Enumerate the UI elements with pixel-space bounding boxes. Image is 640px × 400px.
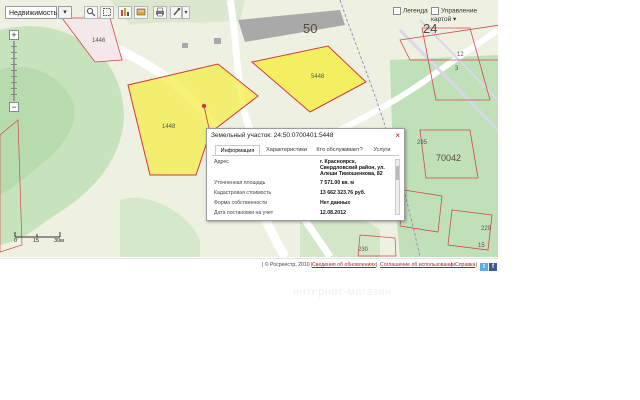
zoom-slider-track[interactable] bbox=[13, 41, 15, 101]
zoom-control: + − bbox=[9, 30, 19, 112]
parcel-label-1448: 1448 bbox=[162, 124, 176, 130]
parcel-label-5448: 5448 bbox=[311, 74, 325, 80]
map-canvas[interactable]: 50 24 70042 1446 1448 5448 295 229 230 1… bbox=[0, 0, 498, 257]
row-value-address-line3: Алеши Тимошенкова, 82 bbox=[320, 171, 383, 177]
footer-link-updates[interactable]: Сведения об обновлениях bbox=[312, 262, 376, 268]
map-control-dropdown-icon[interactable]: ▾ bbox=[453, 16, 456, 23]
tab-who-serves[interactable]: Кто обслуживает? bbox=[316, 145, 363, 155]
facebook-icon[interactable]: f bbox=[489, 263, 497, 271]
footer-separator: | bbox=[476, 262, 478, 268]
select-tool-icon[interactable] bbox=[100, 6, 114, 19]
row-value-registration-date: 12.08.2012 bbox=[320, 210, 346, 216]
footer-divider bbox=[0, 258, 498, 259]
row-label-cadastral-cost: Кадастровая стоимость bbox=[214, 190, 272, 196]
map-control-toggle[interactable]: Управление картой ▾ bbox=[431, 7, 498, 23]
parcel-label-229: 229 bbox=[481, 226, 492, 232]
map-control-checkbox[interactable] bbox=[431, 7, 439, 15]
scale-label-max: 30м bbox=[54, 238, 64, 244]
parcel-label-12: 12 bbox=[457, 52, 464, 58]
map-label-quarter-50: 50 bbox=[303, 21, 318, 36]
row-label-registration-date: Дата постановки на учет bbox=[214, 210, 274, 216]
popup-scrollbar-thumb[interactable] bbox=[396, 166, 399, 180]
parcel-label-15: 15 bbox=[478, 243, 485, 249]
link-tool-dropdown-icon[interactable]: ▾ bbox=[182, 6, 190, 19]
parcel-label-230: 230 bbox=[358, 247, 369, 253]
close-icon[interactable]: × bbox=[395, 131, 400, 140]
measure-icon[interactable] bbox=[118, 6, 132, 19]
footer-copyright: | © Росреестр, 2010 | bbox=[262, 262, 313, 268]
footer-separator: | bbox=[451, 262, 453, 268]
print-icon[interactable] bbox=[153, 6, 167, 19]
row-value-cadastral-cost: 13 662 323.76 руб. bbox=[320, 190, 366, 196]
parcel-label-3: 3 bbox=[455, 66, 459, 72]
zoom-out-button[interactable]: − bbox=[9, 102, 19, 112]
row-value-area: 7 571.00 кв. м bbox=[320, 180, 355, 186]
legend-toggle[interactable]: Легенда bbox=[393, 7, 428, 19]
tab-information[interactable]: Информация bbox=[215, 145, 260, 155]
footer-link-agreement[interactable]: Соглашение об использовании bbox=[380, 262, 455, 268]
parcel-label-1446: 1446 bbox=[92, 38, 106, 44]
zoom-tick bbox=[11, 58, 17, 59]
legend-label: Легенда bbox=[403, 7, 428, 15]
footer: | © Росреестр, 2010 | Сведения об обновл… bbox=[0, 262, 498, 274]
zoom-tick bbox=[11, 94, 17, 95]
tab-characteristics[interactable]: Характеристики bbox=[264, 145, 309, 155]
popup-scrollbar[interactable] bbox=[395, 159, 400, 215]
row-value-ownership: Нет данных bbox=[320, 200, 351, 206]
zoom-tick bbox=[11, 82, 17, 83]
row-label-area: Уточненная площадь bbox=[214, 180, 266, 186]
map-label-quarter-24: 24 bbox=[423, 21, 438, 36]
layer-select[interactable]: Недвижимость bbox=[5, 6, 57, 19]
row-label-address: Адрес bbox=[214, 159, 229, 165]
zoom-tick bbox=[11, 64, 17, 65]
zoom-tick bbox=[11, 88, 17, 89]
link-tool-icon[interactable] bbox=[170, 6, 182, 19]
layers-icon[interactable] bbox=[134, 6, 148, 19]
zoom-tick bbox=[11, 52, 17, 53]
zoom-area-icon[interactable] bbox=[84, 6, 98, 19]
tab-services[interactable]: Услуги bbox=[369, 145, 395, 155]
footer-separator: | bbox=[376, 262, 378, 268]
layer-select-arrow-icon[interactable]: ▾ bbox=[58, 6, 72, 19]
zoom-tick bbox=[11, 70, 17, 71]
scale-label-zero: 0 bbox=[14, 238, 18, 244]
zoom-tick bbox=[11, 76, 17, 77]
twitter-icon[interactable]: t bbox=[480, 263, 488, 271]
scale-label-mid: 15 bbox=[33, 238, 40, 244]
map-label-70042: 70042 bbox=[436, 153, 462, 163]
legend-checkbox[interactable] bbox=[393, 7, 401, 15]
parcel-label-295: 295 bbox=[417, 140, 428, 146]
zoom-tick bbox=[11, 46, 17, 47]
popup-tabs: Информация Характеристики Кто обслуживае… bbox=[212, 145, 399, 156]
popup-title: Земельный участок: 24:50:0700401:5448 bbox=[211, 132, 334, 139]
footer-link-help[interactable]: Справка bbox=[455, 262, 475, 268]
parcel-info-popup: Земельный участок: 24:50:0700401:5448 × … bbox=[206, 128, 405, 221]
scale-bar: 0 15 30м bbox=[14, 232, 64, 246]
zoom-in-button[interactable]: + bbox=[9, 30, 19, 40]
watermark: интернет-магазин bbox=[293, 286, 392, 298]
row-label-ownership: Форма собственности bbox=[214, 200, 268, 206]
